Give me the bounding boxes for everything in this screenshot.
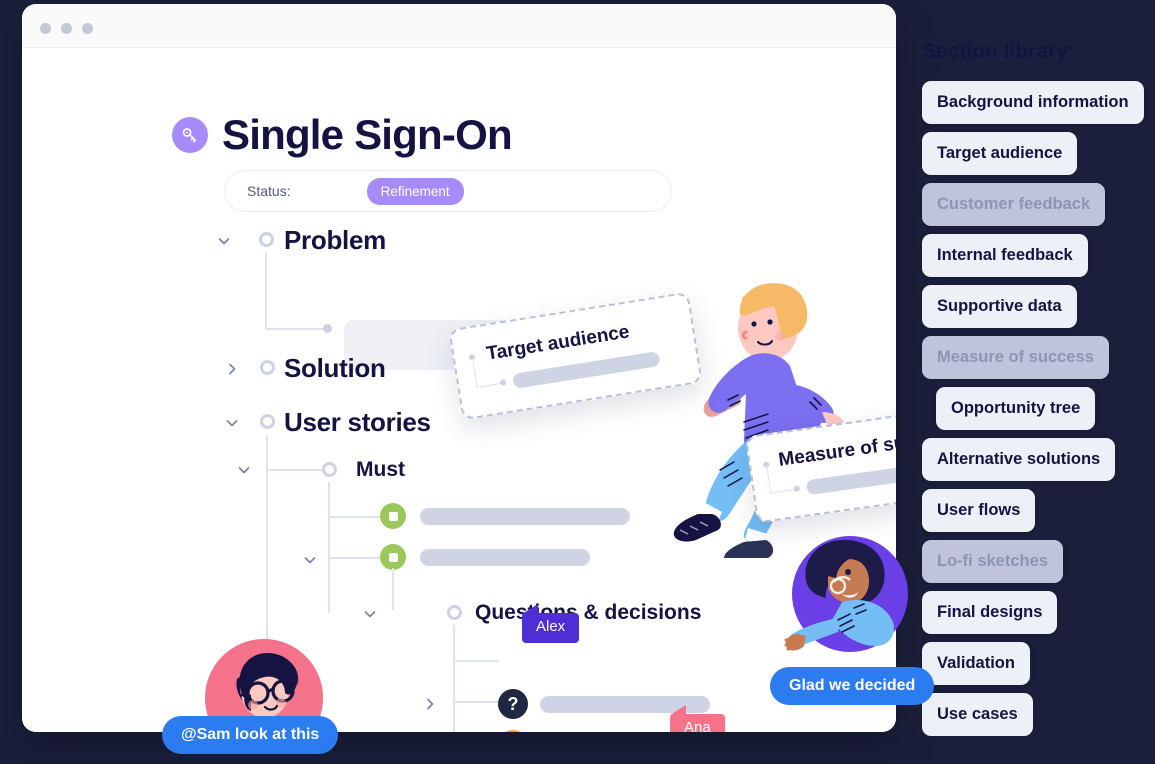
chat-bubble-comment[interactable]: Glad we decided	[770, 667, 935, 705]
minimize-icon[interactable]	[61, 23, 72, 34]
chevron-down-icon-must[interactable]	[236, 462, 252, 478]
library-chip-opportunity-tree[interactable]: Opportunity tree	[936, 387, 1096, 430]
key-icon	[172, 117, 208, 153]
tree-connector	[453, 660, 499, 662]
library-chip-measure-of-success[interactable]: Measure of success	[922, 336, 1109, 379]
library-chip-internal-feedback[interactable]: Internal feedback	[922, 234, 1088, 277]
outline-node-questions[interactable]	[447, 605, 462, 620]
library-chip-use-cases[interactable]: Use cases	[922, 693, 1033, 736]
card-endpoint-dot	[793, 485, 801, 493]
tree-connector	[328, 516, 386, 518]
story-marker[interactable]	[380, 544, 406, 570]
story-text-bar	[420, 508, 630, 525]
question-icon[interactable]: ?	[498, 689, 528, 719]
chevron-down-icon-story[interactable]	[302, 552, 318, 568]
outline-label-problem: Problem	[284, 225, 386, 255]
card-connector	[770, 488, 796, 494]
cursor-name-tag-alex: Alex	[522, 604, 580, 643]
library-chip-lo-fi-sketches[interactable]: Lo-fi sketches	[922, 540, 1063, 583]
card-connector	[476, 382, 503, 388]
library-chip-supportive-data[interactable]: Supportive data	[922, 285, 1077, 328]
outline-label-must: Must	[356, 458, 405, 481]
tree-endpoint	[323, 324, 332, 333]
tree-connector	[453, 701, 499, 703]
tree-connector	[265, 253, 267, 329]
status-bar: Status: Refinement	[224, 170, 672, 212]
library-chip-background-information[interactable]: Background information	[922, 81, 1144, 124]
page-title: Single Sign-On	[222, 111, 513, 158]
section-library-heading: Section library:	[922, 40, 1075, 63]
library-chip-customer-feedback[interactable]: Customer feedback	[922, 183, 1106, 226]
status-badge[interactable]: Refinement	[366, 177, 464, 205]
chevron-down-icon-user-stories[interactable]	[224, 415, 240, 431]
cursor-name-tag-ana: Ana	[670, 705, 725, 732]
chat-bubble-mention[interactable]: @Sam look at this	[162, 716, 339, 754]
card-endpoint-dot	[499, 379, 507, 387]
library-chip-validation[interactable]: Validation	[922, 642, 1030, 685]
status-label: Status:	[247, 183, 291, 199]
tree-connector	[392, 568, 394, 610]
library-chip-alternative-solutions[interactable]: Alternative solutions	[922, 438, 1116, 481]
document-header: Single Sign-On	[172, 111, 513, 158]
maximize-icon[interactable]	[82, 23, 93, 34]
question-icon[interactable]: ?	[498, 730, 528, 732]
card-connector	[766, 465, 772, 494]
close-icon[interactable]	[40, 23, 51, 34]
outline-node-must[interactable]	[322, 462, 337, 477]
document-canvas: Single Sign-On Status: Refinement Proble…	[22, 48, 896, 732]
card-connector	[472, 358, 478, 388]
avatar	[784, 534, 908, 658]
outline-label-solution: Solution	[284, 353, 386, 383]
chevron-down-icon-questions[interactable]	[362, 606, 378, 622]
section-library-panel: Section library: Background information …	[922, 40, 1155, 744]
chevron-right-icon-solution[interactable]	[224, 361, 240, 377]
screenshot-root: Single Sign-On Status: Refinement Proble…	[0, 0, 1155, 764]
tree-connector	[266, 469, 330, 471]
library-chip-final-designs[interactable]: Final designs	[922, 591, 1058, 634]
browser-window: Single Sign-On Status: Refinement Proble…	[22, 4, 896, 732]
drag-card-label: Measure of success	[777, 424, 896, 471]
tree-connector	[328, 482, 330, 613]
outline-node-user-stories[interactable]	[260, 414, 275, 429]
tree-connector	[453, 625, 455, 732]
outline-label-user-stories: User stories	[284, 407, 431, 437]
library-chip-user-flows[interactable]: User flows	[922, 489, 1036, 532]
tree-connector	[265, 328, 330, 330]
chevron-right-icon-q1[interactable]	[422, 696, 438, 712]
story-text-bar	[420, 549, 590, 566]
tree-connector	[328, 557, 386, 559]
window-titlebar	[22, 4, 896, 48]
outline-node-problem[interactable]	[259, 232, 274, 247]
chevron-down-icon-problem[interactable]	[216, 233, 232, 249]
outline-node-solution[interactable]	[260, 360, 275, 375]
library-chip-target-audience[interactable]: Target audience	[922, 132, 1078, 175]
story-marker[interactable]	[380, 503, 406, 529]
outline-label-questions: Questions & decisions	[475, 601, 702, 624]
